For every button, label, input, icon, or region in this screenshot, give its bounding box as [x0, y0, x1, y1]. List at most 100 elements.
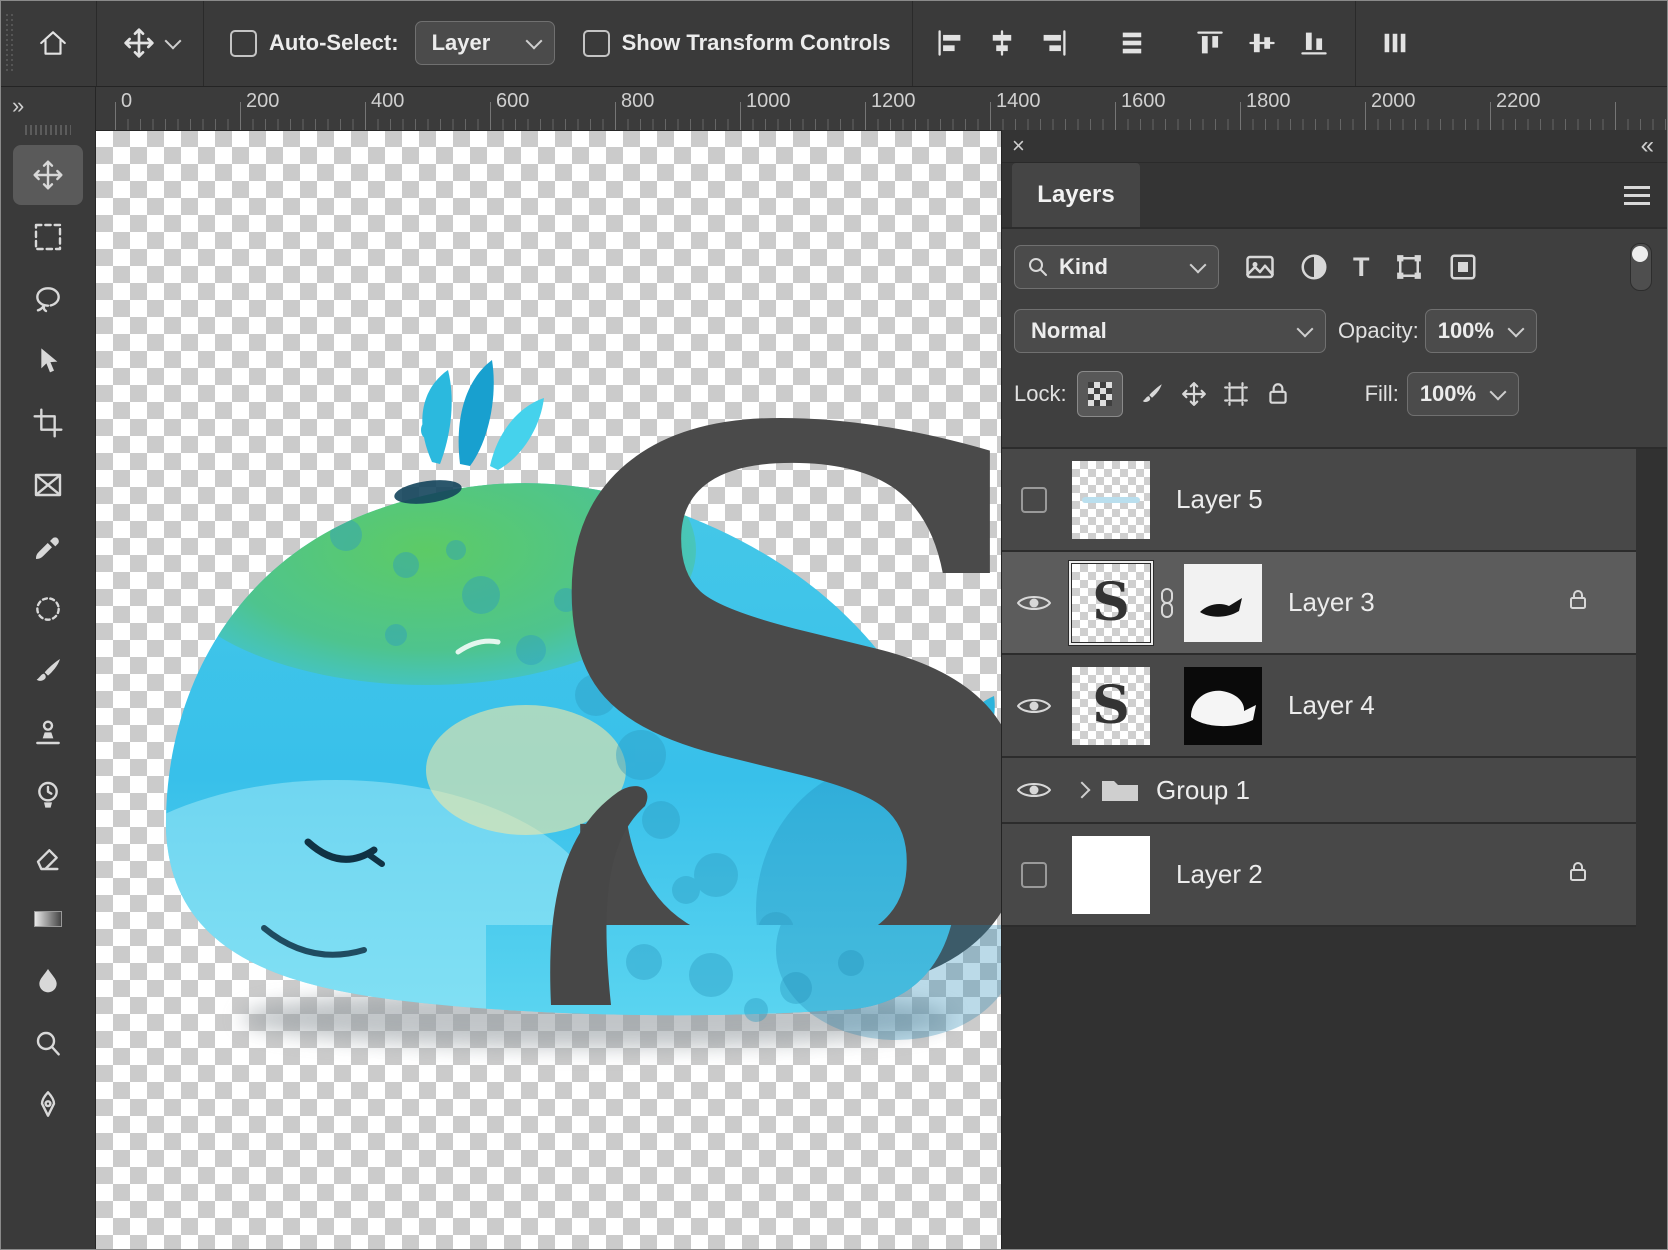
selection-arrow-icon — [32, 345, 64, 377]
separator — [1355, 0, 1356, 86]
layer-mask-thumbnail[interactable] — [1184, 564, 1262, 642]
crop-tool[interactable] — [13, 393, 83, 453]
lasso-tool[interactable] — [13, 269, 83, 329]
tool-panel-grip[interactable] — [25, 125, 71, 135]
layer-thumbnail[interactable] — [1072, 461, 1150, 539]
align-middle-vertical-button[interactable] — [1247, 28, 1277, 58]
auto-select-target-dropdown[interactable]: Layer — [415, 21, 555, 65]
home-button[interactable] — [36, 28, 70, 58]
history-brush-tool[interactable] — [13, 765, 83, 825]
tool-panel-expand-button[interactable]: » — [0, 87, 95, 119]
lock-position-button[interactable] — [1181, 381, 1207, 407]
layer-row-layer-2[interactable]: Layer 2 — [1002, 824, 1636, 927]
filter-shape-button[interactable] — [1394, 252, 1424, 282]
healing-brush-tool[interactable] — [13, 579, 83, 639]
distribute-vertical-button[interactable] — [1117, 28, 1147, 58]
clone-stamp-icon — [32, 717, 64, 749]
layer-row-layer-4[interactable]: S Layer 4 — [1002, 655, 1636, 758]
layer-thumbnail[interactable]: S — [1072, 667, 1150, 745]
transparency-icon — [1088, 382, 1112, 406]
layer-mask-thumbnail[interactable] — [1184, 667, 1262, 745]
layer-thumbnail[interactable]: S — [1072, 564, 1150, 642]
dodge-tool[interactable] — [13, 1013, 83, 1073]
align-center-horizontal-button[interactable] — [987, 28, 1017, 58]
lock-transparency-button[interactable] — [1077, 371, 1123, 417]
eraser-tool[interactable] — [13, 827, 83, 887]
align-bottom-button[interactable] — [1299, 28, 1329, 58]
tab-layers[interactable]: Layers — [1012, 163, 1140, 227]
align-top-button[interactable] — [1195, 28, 1225, 58]
layer-name[interactable]: Layer 5 — [1176, 484, 1263, 515]
brush-tool[interactable] — [13, 641, 83, 701]
mask-link-toggle[interactable] — [1156, 587, 1178, 619]
group-expand-chevron-icon[interactable] — [1074, 782, 1091, 799]
lock-all-button[interactable] — [1265, 381, 1291, 407]
move-tool[interactable] — [13, 145, 83, 205]
filter-type-button[interactable]: T — [1353, 252, 1370, 283]
layer-row-group-1[interactable]: Group 1 — [1002, 758, 1636, 824]
fill-label: Fill: — [1365, 381, 1399, 407]
visibility-toggle[interactable] — [1002, 591, 1066, 615]
layer-row-layer-3[interactable]: S Layer 3 — [1002, 552, 1636, 655]
visibility-toggle[interactable] — [1002, 862, 1066, 888]
lasso-icon — [32, 283, 64, 315]
blend-mode-dropdown[interactable]: Normal — [1014, 309, 1326, 353]
panel-close-button[interactable]: × — [1012, 133, 1025, 159]
smart-object-icon — [1448, 252, 1478, 282]
layer-name[interactable]: Layer 2 — [1176, 859, 1263, 890]
blur-tool[interactable] — [13, 951, 83, 1011]
layer-name[interactable]: Group 1 — [1156, 775, 1250, 806]
panel-collapse-button[interactable]: « — [1641, 132, 1652, 160]
toolbar-grip[interactable] — [6, 14, 14, 72]
visibility-toggle[interactable] — [1002, 778, 1066, 802]
ruler-label: 800 — [621, 90, 654, 113]
visibility-toggle[interactable] — [1002, 694, 1066, 718]
fill-dropdown[interactable]: 100% — [1407, 372, 1519, 416]
quick-selection-tool[interactable] — [13, 331, 83, 391]
panel-menu-icon[interactable] — [1624, 186, 1650, 205]
visibility-toggle[interactable] — [1002, 487, 1066, 513]
filter-pixel-button[interactable] — [1245, 252, 1275, 282]
lock-artboard-button[interactable] — [1223, 381, 1249, 407]
lock-pixels-button[interactable] — [1139, 381, 1165, 407]
mask-whale-silhouette — [1184, 564, 1262, 642]
distribute-horizontal-button[interactable] — [1380, 28, 1410, 58]
auto-select-checkbox[interactable] — [230, 30, 257, 57]
frame-icon — [32, 469, 64, 501]
eraser-icon — [32, 841, 64, 873]
filter-toggle[interactable] — [1630, 243, 1652, 291]
layer-name[interactable]: Layer 3 — [1288, 587, 1375, 618]
tab-layers-label: Layers — [1037, 181, 1114, 209]
align-left-icon — [935, 28, 965, 58]
auto-select-label: Auto-Select: — [269, 30, 399, 56]
canvas[interactable]: S — [96, 130, 1001, 1250]
lock-icon — [1265, 381, 1291, 407]
frame-tool[interactable] — [13, 455, 83, 515]
align-center-horizontal-icon — [987, 28, 1017, 58]
eyedropper-tool[interactable] — [13, 517, 83, 577]
filter-adjustment-button[interactable] — [1299, 252, 1329, 282]
opacity-dropdown[interactable]: 100% — [1425, 309, 1537, 353]
filter-kind-dropdown[interactable]: Kind — [1014, 245, 1219, 289]
align-right-button[interactable] — [1039, 28, 1069, 58]
align-left-button[interactable] — [935, 28, 965, 58]
chevron-down-icon — [525, 33, 542, 50]
align-middle-vertical-icon — [1247, 28, 1277, 58]
layer-row-layer-5[interactable]: Layer 5 — [1002, 449, 1636, 552]
layer-name[interactable]: Layer 4 — [1288, 690, 1375, 721]
show-transform-checkbox[interactable] — [583, 30, 610, 57]
filter-smart-object-button[interactable] — [1448, 252, 1478, 282]
thumbnail-letter: S — [1092, 572, 1130, 633]
horizontal-ruler[interactable]: 0 200 400 600 800 1000 1200 1400 1600 18… — [95, 87, 1668, 131]
layer-thumbnail[interactable] — [1072, 836, 1150, 914]
clone-stamp-tool[interactable] — [13, 703, 83, 763]
pen-tool[interactable] — [13, 1075, 83, 1135]
move-icon — [123, 27, 155, 59]
gradient-tool[interactable] — [13, 889, 83, 949]
crop-icon — [32, 407, 64, 439]
align-right-icon — [1039, 28, 1069, 58]
chevron-down-icon[interactable] — [165, 33, 182, 50]
dodge-icon — [32, 1027, 64, 1059]
marquee-tool[interactable] — [13, 207, 83, 267]
ruler-label: 400 — [371, 90, 404, 113]
